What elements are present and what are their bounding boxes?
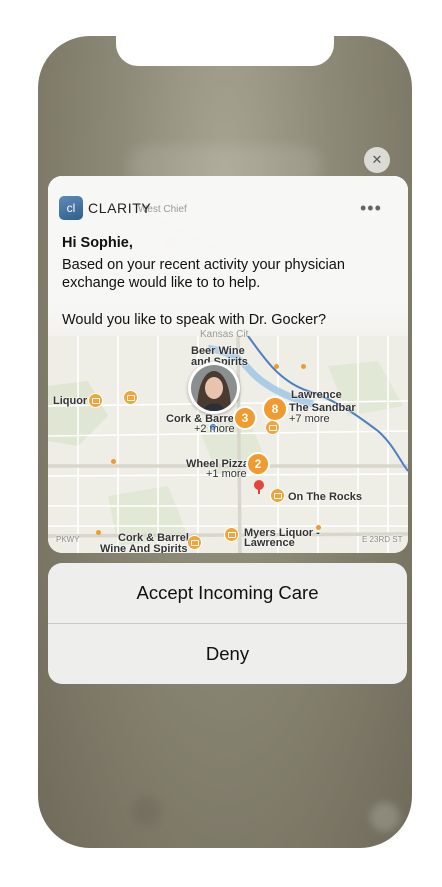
map-label: +2 more xyxy=(194,423,235,435)
app-name: CLARITY xyxy=(88,200,152,216)
map-poi-dot xyxy=(301,364,306,369)
notification-card[interactable]: Beer Wine and Spirits Liquor Cork & Barr… xyxy=(48,176,408,553)
cluster-marker[interactable]: 8 xyxy=(262,396,288,422)
map-label: +7 more xyxy=(289,413,330,425)
map-label: Lawrence xyxy=(244,537,295,549)
map-label: Wine And Spirits xyxy=(100,543,188,554)
street-label: PKWY xyxy=(56,535,80,544)
bar-pin[interactable] xyxy=(265,420,280,435)
map-poi-dot xyxy=(316,525,321,530)
message-line: Based on your recent activity your physi… xyxy=(62,256,345,273)
street-label: Kansas Cit xyxy=(200,329,249,340)
greeting: Hi Sophie, xyxy=(62,235,133,251)
notification-message: Hi Sophie, Based on your recent activity… xyxy=(62,234,392,329)
map-poi-dot xyxy=(111,459,116,464)
map-label: On The Rocks xyxy=(288,491,362,503)
liquor-store-pin[interactable] xyxy=(270,488,285,503)
flashlight-icon[interactable] xyxy=(132,796,162,826)
close-notification-button[interactable]: ✕ xyxy=(364,147,390,173)
clarity-app-icon: cl xyxy=(59,196,83,220)
deny-button[interactable]: Deny xyxy=(48,624,407,684)
map-poi-dot xyxy=(96,530,101,535)
street-label: E 23RD ST xyxy=(362,535,403,544)
liquor-store-pin[interactable] xyxy=(187,535,202,550)
avatar-photo-icon xyxy=(191,365,237,411)
cluster-marker[interactable]: 2 xyxy=(246,452,270,476)
map-label: +1 more xyxy=(206,468,247,480)
phone-notch xyxy=(116,36,334,66)
notification-header: West Chief Kansas Cit cl CLARITY ••• Hi … xyxy=(48,176,408,340)
map-poi-dot xyxy=(274,364,279,369)
doctor-avatar[interactable] xyxy=(188,362,240,414)
accept-care-button[interactable]: Accept Incoming Care xyxy=(48,563,407,624)
message-line: exchange would like to to help. xyxy=(62,275,261,291)
liquor-store-pin[interactable] xyxy=(224,527,239,542)
map-label: Lawrence xyxy=(291,389,342,401)
map-label: Liquor xyxy=(53,395,88,407)
liquor-store-pin[interactable] xyxy=(123,390,138,405)
more-options-icon[interactable]: ••• xyxy=(360,198,382,219)
message-question: Would you like to speak with Dr. Gocker? xyxy=(62,311,327,328)
liquor-store-pin[interactable] xyxy=(88,393,103,408)
camera-icon[interactable] xyxy=(370,802,400,832)
action-sheet: Accept Incoming Care Deny xyxy=(48,563,407,684)
cluster-marker[interactable]: 3 xyxy=(233,406,257,430)
close-icon: ✕ xyxy=(371,152,383,167)
